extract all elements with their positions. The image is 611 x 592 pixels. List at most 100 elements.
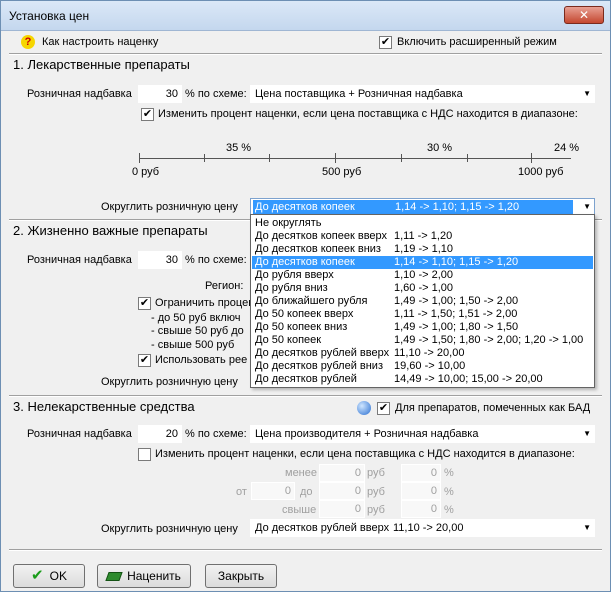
s3-round-name: До десятков рублей вверх xyxy=(255,522,390,534)
price-settings-window: Установка цен ✕ ? Как настроить наценку … xyxy=(0,0,611,592)
s3-round-value: 11,10 -> 20,00 xyxy=(393,522,464,534)
s3-round-select[interactable]: До десятков рублей вверх 11,10 -> 20,00 … xyxy=(250,519,595,537)
section2-header: 2. Жизненно важные препараты xyxy=(13,223,208,238)
s3-over-input[interactable]: 0 xyxy=(319,500,365,518)
scale-tick xyxy=(531,153,532,163)
s3-round-label: Округлить розничную цену xyxy=(101,523,238,535)
s3-scheme-label: % по схеме: xyxy=(185,428,247,440)
s2-markup-input[interactable]: 30 xyxy=(138,251,182,269)
chevron-down-icon: ▼ xyxy=(583,89,591,98)
s3-from-label: от xyxy=(236,486,247,498)
s3-scheme-select[interactable]: Цена производителя + Розничная надбавка … xyxy=(250,425,595,443)
scale-percent: 30 % xyxy=(427,142,453,154)
section1-header: 1. Лекарственные препараты xyxy=(13,57,190,72)
s3-bad-label: Для препаратов, помеченных как БАД xyxy=(395,402,591,414)
s1-scheme-select[interactable]: Цена поставщика + Розничная надбавка ▼ xyxy=(250,85,595,103)
s2-limit-checkbox[interactable]: ✔ xyxy=(138,297,151,310)
scale-tick xyxy=(335,153,336,163)
s2-round-label: Округлить розничную цену xyxy=(101,376,238,388)
chevron-down-icon: ▼ xyxy=(583,523,591,532)
s3-change-percent-label: Изменить процент наценки, если цена пост… xyxy=(155,448,575,460)
scale-tick xyxy=(139,153,140,163)
s2-scheme-label: % по схеме: xyxy=(185,254,247,266)
extended-mode-label: Включить расширенный режим xyxy=(397,36,557,48)
dropdown-option[interactable]: До десятков рублей 14,49 -> 10,00; 15,00 … xyxy=(252,373,593,386)
dropdown-option[interactable]: До 50 копеек вверх 1,11 -> 1,50; 1,51 -> … xyxy=(252,308,593,321)
s3-markup-input[interactable]: 20 xyxy=(138,425,182,443)
s1-round-name: До десятков копеек xyxy=(255,201,355,213)
s2-limit-line: - до 50 руб включ xyxy=(151,312,241,324)
s2-use-registry-label: Использовать рее xyxy=(155,354,248,366)
s3-pct-input[interactable]: 0 xyxy=(401,464,441,482)
dropdown-option[interactable]: До десятков копеек вниз 1,19 -> 1,10 xyxy=(252,243,593,256)
s3-rub-unit: руб xyxy=(367,467,385,479)
round-dropdown-list: Не округлять До десятков копеек вверх 1,1… xyxy=(250,214,595,388)
apply-markup-label: Наценить xyxy=(127,569,181,583)
money-icon xyxy=(105,572,123,581)
apply-markup-button[interactable]: Наценить xyxy=(97,564,191,588)
s2-markup-label: Розничная надбавка xyxy=(27,254,132,266)
close-button[interactable]: Закрыть xyxy=(205,564,277,588)
scale-tick xyxy=(401,154,402,162)
scale-tick xyxy=(467,154,468,162)
close-label: Закрыть xyxy=(217,569,265,583)
extended-mode-checkbox[interactable]: ✔ xyxy=(379,36,392,49)
s2-limit-line: - свыше 50 руб до xyxy=(151,325,244,337)
section3-header: 3. Нелекарственные средства xyxy=(13,399,195,414)
s2-limit-label: Ограничить процен xyxy=(155,297,255,309)
s3-to-label: до xyxy=(300,486,313,498)
s1-markup-label: Розничная надбавка xyxy=(27,88,132,100)
buttons-separator xyxy=(9,549,602,551)
dropdown-option[interactable]: До десятков копеек вверх 1,11 -> 1,20 xyxy=(252,230,593,243)
dropdown-option[interactable]: До десятков рублей вниз 19,60 -> 10,00 xyxy=(252,360,593,373)
chevron-down-icon: ▼ xyxy=(583,202,591,211)
scale-price: 0 руб xyxy=(132,166,160,178)
scale-percent: 24 % xyxy=(554,142,580,154)
s2-use-registry-checkbox[interactable]: ✔ xyxy=(138,354,151,367)
chevron-down-icon: ▼ xyxy=(583,429,591,438)
s2-limit-line: - свыше 500 руб xyxy=(151,339,235,351)
s1-markup-input[interactable]: 30 xyxy=(138,85,182,103)
ok-label: OK xyxy=(49,569,67,583)
s3-scheme-value: Цена производителя + Розничная надбавка xyxy=(255,428,479,440)
s3-over-label: свыше xyxy=(282,504,317,516)
help-link[interactable]: Как настроить наценку xyxy=(42,36,158,48)
s3-change-percent-checkbox[interactable] xyxy=(138,448,151,461)
section3-separator xyxy=(9,395,602,397)
s3-pct-unit: % xyxy=(444,504,454,516)
s3-markup-label: Розничная надбавка xyxy=(27,428,132,440)
s1-round-label: Округлить розничную цену xyxy=(101,201,238,213)
s3-to-input[interactable]: 0 xyxy=(319,482,365,500)
dropdown-option[interactable]: До рубля вверх 1,10 -> 2,00 xyxy=(252,269,593,282)
s3-rub-unit: руб xyxy=(367,486,385,498)
checkmark-icon: ✔ xyxy=(31,567,44,584)
s1-round-value: 1,14 -> 1,10; 1,15 -> 1,20 xyxy=(395,201,520,213)
s1-change-percent-checkbox[interactable]: ✔ xyxy=(141,108,154,121)
scale-percent: 35 % xyxy=(226,142,252,154)
s3-bad-checkbox[interactable]: ✔ xyxy=(377,402,390,415)
dropdown-option[interactable]: До 50 копеек вниз 1,49 -> 1,00; 1,80 -> 1… xyxy=(252,321,593,334)
s3-from-input[interactable]: 0 xyxy=(251,482,295,500)
s1-scheme-label: % по схеме: xyxy=(185,88,247,100)
dropdown-option[interactable]: До рубля вниз 1,60 -> 1,00 xyxy=(252,282,593,295)
s1-round-selected: До десятков копеек 1,14 -> 1,10; 1,15 ->… xyxy=(253,200,573,214)
bad-sphere-icon xyxy=(357,401,371,415)
close-window-button[interactable]: ✕ xyxy=(564,6,604,24)
dropdown-option[interactable]: До десятков рублей вверх 11,10 -> 20,00 xyxy=(252,347,593,360)
s3-pct-input[interactable]: 0 xyxy=(401,482,441,500)
dropdown-option-selected[interactable]: До десятков копеек 1,14 -> 1,10; 1,15 -> … xyxy=(252,256,593,269)
scale-tick xyxy=(204,154,205,162)
s3-less-input[interactable]: 0 xyxy=(319,464,365,482)
scale-price: 1000 руб xyxy=(518,166,564,178)
s3-pct-input[interactable]: 0 xyxy=(401,500,441,518)
scale-tick xyxy=(269,154,270,162)
dropdown-option[interactable]: Не округлять xyxy=(252,217,593,230)
s2-region-label: Регион: xyxy=(205,280,244,292)
scale-price: 500 руб xyxy=(322,166,362,178)
s3-rub-unit: руб xyxy=(367,504,385,516)
ok-button[interactable]: ✔ OK xyxy=(13,564,85,588)
dropdown-option[interactable]: До 50 копеек 1,49 -> 1,50; 1,80 -> 2,00; … xyxy=(252,334,593,347)
dropdown-option[interactable]: До ближайшего рубля 1,49 -> 1,00; 1,50 ->… xyxy=(252,295,593,308)
section1-separator xyxy=(9,53,602,55)
window-title: Установка цен xyxy=(9,9,90,23)
